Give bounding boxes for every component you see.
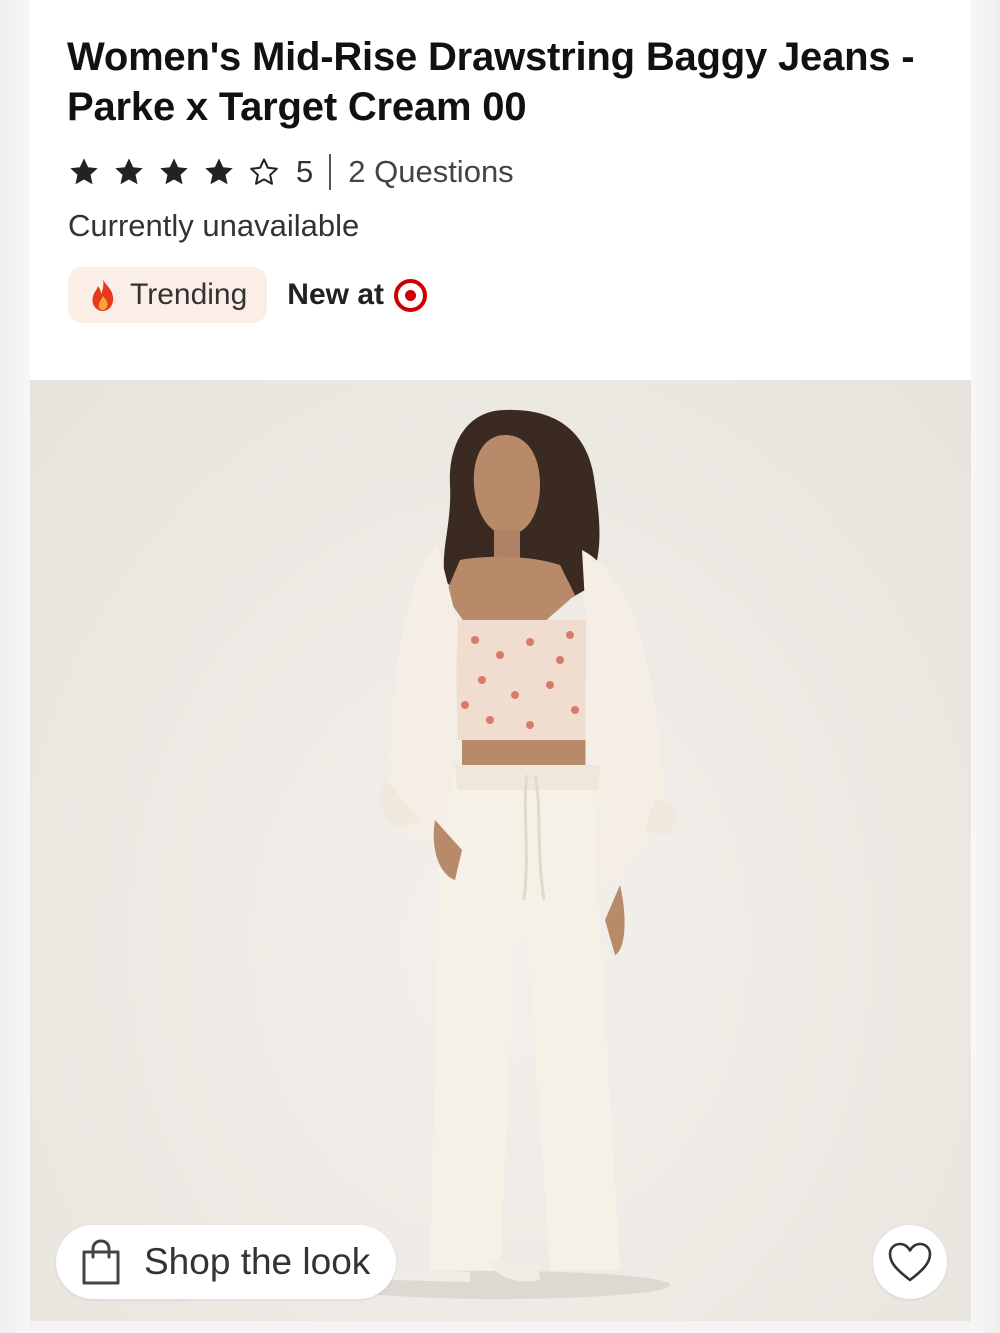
model-illustration	[330, 409, 677, 1299]
availability-status: Currently unavailable	[68, 208, 360, 243]
product-image[interactable]: Shop the look	[30, 380, 971, 1321]
favorite-button[interactable]	[873, 1225, 947, 1299]
page-gutter-right	[970, 0, 1000, 1333]
star-filled-icon	[160, 158, 188, 185]
questions-link[interactable]: 2 Questions	[348, 154, 513, 190]
star-filled-icon	[205, 158, 233, 185]
rating-count[interactable]: 5	[296, 154, 313, 190]
star-rating	[68, 156, 280, 188]
star-filled-icon	[70, 158, 98, 185]
page-gutter-left	[0, 0, 30, 1333]
new-at-target-badge: New at	[287, 278, 427, 312]
shop-the-look-label: Shop the look	[144, 1241, 371, 1282]
heart-outline-icon	[888, 1242, 932, 1282]
flame-icon	[92, 279, 114, 311]
rating-row[interactable]: 5 2 Questions	[68, 150, 514, 194]
product-title: Women's Mid-Rise Drawstring Baggy Jeans …	[67, 35, 915, 129]
product-badges: Trending New at	[68, 267, 427, 323]
shop-the-look-button[interactable]: Shop the look	[56, 1225, 396, 1299]
product-header: Women's Mid-Rise Drawstring Baggy Jeans …	[30, 0, 971, 380]
trending-label: Trending	[130, 278, 248, 311]
star-empty-icon	[250, 158, 278, 185]
target-logo-icon	[394, 278, 427, 312]
shopping-bag-icon	[82, 1239, 120, 1285]
new-at-label: New at	[287, 278, 384, 311]
star-filled-icon	[115, 158, 143, 185]
trending-badge: Trending	[68, 267, 268, 323]
rating-divider	[329, 154, 332, 190]
